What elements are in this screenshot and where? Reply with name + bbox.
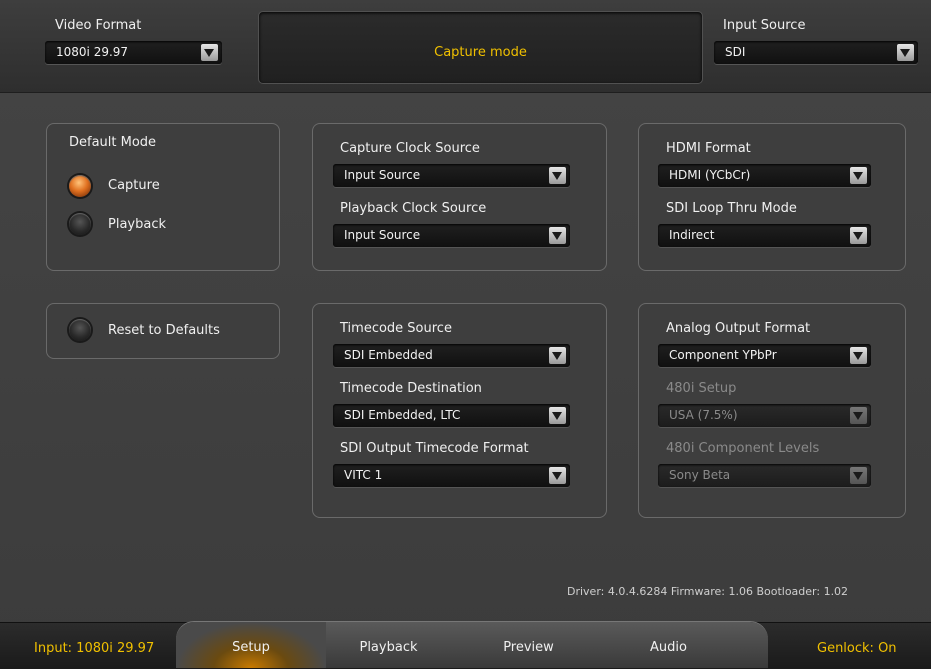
reset-panel[interactable]: Reset to Defaults [46,303,280,359]
timecode-source-label: Timecode Source [340,321,452,336]
component-levels-value: Sony Beta [669,468,731,482]
hdmi-format-value: HDMI (YCbCr) [669,168,751,182]
chevron-down-icon [201,44,218,61]
input-source-label: Input Source [723,18,806,33]
playback-clock-label: Playback Clock Source [340,201,487,216]
timecode-dest-value: SDI Embedded, LTC [344,408,461,422]
setup-480i-value: USA (7.5%) [669,408,738,422]
timecode-source-dropdown[interactable]: SDI Embedded [333,344,570,367]
component-levels-dropdown: Sony Beta [658,464,871,487]
capture-clock-dropdown[interactable]: Input Source [333,164,570,187]
tab-setup-label: Setup [232,640,270,655]
clock-source-panel: Capture Clock Source Input Source Playba… [312,123,607,271]
chevron-down-icon [549,167,566,184]
playback-clock-dropdown[interactable]: Input Source [333,224,570,247]
timecode-format-dropdown[interactable]: VITC 1 [333,464,570,487]
tab-preview-label: Preview [503,640,554,655]
timecode-panel: Timecode Source SDI Embedded Timecode De… [312,303,607,518]
version-info: Driver: 4.0.4.6284 Firmware: 1.06 Bootlo… [567,585,849,598]
chevron-down-icon [549,227,566,244]
timecode-source-value: SDI Embedded [344,348,433,362]
app-window: Video Format 1080i 29.97 Capture mode In… [0,0,931,669]
hdmi-panel: HDMI Format HDMI (YCbCr) SDI Loop Thru M… [638,123,906,271]
analog-output-panel: Analog Output Format Component YPbPr 480… [638,303,906,518]
capture-clock-value: Input Source [344,168,421,182]
tab-playback[interactable]: Playback [326,622,451,668]
genlock-status: Genlock: On [817,641,897,656]
tab-audio[interactable]: Audio [606,622,731,668]
input-source-dropdown[interactable]: SDI [714,41,918,64]
chevron-down-icon [549,347,566,364]
sdi-loop-value: Indirect [669,228,715,242]
tab-playback-label: Playback [359,640,418,655]
capture-clock-label: Capture Clock Source [340,141,480,156]
hdmi-format-dropdown[interactable]: HDMI (YCbCr) [658,164,871,187]
analog-format-value: Component YPbPr [669,348,777,362]
mode-display: Capture mode [258,11,703,84]
tab-setup[interactable]: Setup [176,622,326,668]
setup-480i-label: 480i Setup [666,381,737,396]
chevron-down-icon [549,467,566,484]
chevron-down-icon [850,167,867,184]
chevron-down-icon [549,407,566,424]
video-format-value: 1080i 29.97 [56,45,129,59]
header-bar: Video Format 1080i 29.97 Capture mode In… [0,0,931,93]
timecode-dest-dropdown[interactable]: SDI Embedded, LTC [333,404,570,427]
tab-audio-label: Audio [650,640,687,655]
analog-format-dropdown[interactable]: Component YPbPr [658,344,871,367]
hdmi-format-label: HDMI Format [666,141,751,156]
chevron-down-icon [850,467,867,484]
capture-radio-label: Capture [108,178,160,193]
tab-preview[interactable]: Preview [466,622,591,668]
capture-radio[interactable] [65,171,93,199]
mode-text: Capture mode [434,45,527,60]
chevron-down-icon [850,227,867,244]
component-levels-label: 480i Component Levels [666,441,820,456]
reset-label[interactable]: Reset to Defaults [108,323,220,338]
sdi-loop-label: SDI Loop Thru Mode [666,201,797,216]
playback-radio[interactable] [65,209,93,237]
timecode-format-label: SDI Output Timecode Format [340,441,529,456]
timecode-format-value: VITC 1 [344,468,383,482]
tab-bar: Setup Playback Preview Audio [176,622,768,668]
analog-format-label: Analog Output Format [666,321,811,336]
chevron-down-icon [850,407,867,424]
reset-button[interactable] [65,315,93,343]
input-status: Input: 1080i 29.97 [34,641,155,656]
video-format-dropdown[interactable]: 1080i 29.97 [45,41,222,64]
video-format-label: Video Format [55,18,142,33]
input-source-value: SDI [725,45,746,59]
playback-clock-value: Input Source [344,228,421,242]
default-mode-panel: Default Mode Capture Playback [46,123,280,271]
default-mode-title: Default Mode [69,135,157,150]
setup-480i-dropdown: USA (7.5%) [658,404,871,427]
playback-radio-label: Playback [108,217,167,232]
chevron-down-icon [897,44,914,61]
timecode-dest-label: Timecode Destination [340,381,482,396]
chevron-down-icon [850,347,867,364]
sdi-loop-dropdown[interactable]: Indirect [658,224,871,247]
